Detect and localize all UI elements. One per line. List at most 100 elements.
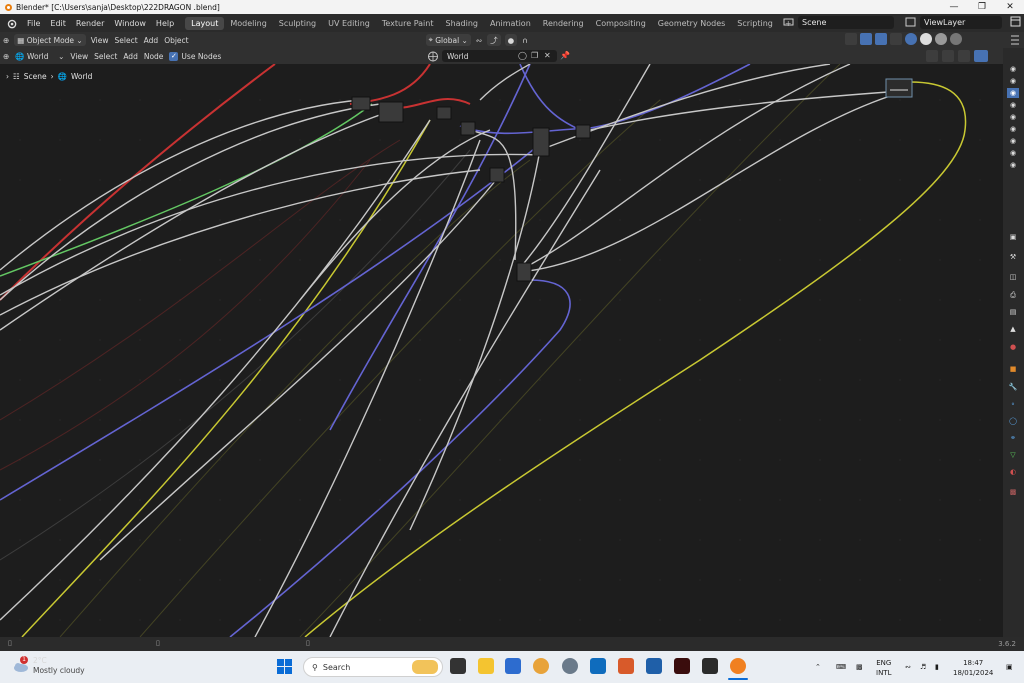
language-indicator[interactable]: ENG INTL [876,658,891,678]
volume-icon[interactable]: ♬ [920,662,926,672]
node-editor-type-icon[interactable]: ⊕ [0,50,12,62]
camera-icon[interactable]: ◉ [1007,148,1019,158]
settings-icon[interactable] [562,658,578,674]
menu-file[interactable]: File [22,19,45,28]
material-shading-icon[interactable] [935,33,947,45]
tab-scripting[interactable]: Scripting [731,17,779,30]
output-icon[interactable]: ⎙ [1007,290,1019,300]
node-gizmo-icon[interactable] [942,50,954,62]
tab-rendering[interactable]: Rendering [537,17,590,30]
proportional-edit-icon[interactable]: ● [504,34,518,46]
menu-view[interactable]: View [67,50,91,62]
tray-overflow-icon[interactable]: ⌃ [815,662,821,672]
keyboard-icon[interactable]: ⌨ [836,662,846,672]
render-icon[interactable]: ◫ [1007,272,1019,282]
notifications-icon[interactable]: ▣ [1006,662,1013,672]
tab-compositing[interactable]: Compositing [590,17,652,30]
clock[interactable]: 18:47 18/01/2024 [953,658,993,678]
properties-editor-icon[interactable]: ▣ [1007,232,1019,242]
app-icon[interactable] [618,658,634,674]
pin-icon[interactable]: 📌 [560,51,570,60]
camera-icon[interactable]: ◉ [1007,64,1019,74]
node-overlay-icon[interactable] [926,50,938,62]
material-icon[interactable]: ◐ [1007,467,1019,477]
solid-shading-icon[interactable] [920,33,932,45]
camera-icon[interactable]: ◉ [1007,112,1019,122]
constraints-icon[interactable]: ⚭ [1007,433,1019,443]
camera-icon[interactable]: ◉ [1007,160,1019,170]
menu-add[interactable]: Add [120,50,141,62]
tool-icon[interactable]: ⚒ [1007,252,1019,262]
task-view-icon[interactable] [450,658,466,674]
sidebar-toggle-icon[interactable] [1009,34,1021,46]
visibility-icon[interactable] [845,33,857,45]
menu-node[interactable]: Node [141,50,167,62]
maximize-button[interactable]: ❐ [968,0,996,14]
tab-modeling[interactable]: Modeling [224,17,272,30]
object-props-icon[interactable]: ■ [1007,364,1019,374]
falloff-icon[interactable]: ∩ [519,34,531,46]
chrome-icon[interactable] [533,658,549,674]
view-layer-selector[interactable]: ViewLayer [920,16,1002,29]
workspace-settings-icon[interactable] [1010,16,1022,28]
menu-view-3d[interactable]: View [88,34,112,46]
camera-icon[interactable]: ◉ [1007,124,1019,134]
illustrator-icon[interactable] [674,658,690,674]
blender-menu-icon[interactable] [4,16,18,30]
store-icon[interactable] [505,658,521,674]
scene-props-icon[interactable]: ▲ [1007,324,1019,334]
world-props-icon[interactable]: ● [1007,342,1019,352]
xray-icon[interactable] [890,33,902,45]
use-nodes-checkbox[interactable]: ✓ [169,51,179,61]
mode-selector[interactable]: ▦ Object Mode ⌄ [14,34,86,46]
mail-icon[interactable] [646,658,662,674]
weather-widget[interactable]: 1 2°C Mostly cloudy [12,656,85,676]
photos-icon[interactable] [702,658,718,674]
unlink-icon[interactable]: ✕ [544,51,554,61]
outlook-icon[interactable] [590,658,606,674]
node-canvas[interactable] [0,64,1003,637]
data-icon[interactable]: ▽ [1007,450,1019,460]
shader-type-selector[interactable]: 🌐 World ⌄ [12,50,67,62]
menu-select-3d[interactable]: Select [112,34,141,46]
menu-edit[interactable]: Edit [45,19,71,28]
tab-uv-editing[interactable]: UV Editing [322,17,376,30]
node-wrangler-icon[interactable] [974,50,988,62]
duplicate-icon[interactable]: ❐ [531,51,541,61]
wireframe-shading-icon[interactable] [905,33,917,45]
snap-icon[interactable]: ⤴ [487,34,501,46]
menu-render[interactable]: Render [71,19,109,28]
tab-sculpting[interactable]: Sculpting [273,17,322,30]
physics-icon[interactable]: ◯ [1007,416,1019,426]
windows-start-icon[interactable] [277,659,293,675]
wifi-icon[interactable]: ∾ [905,662,911,672]
editor-type-icon[interactable]: ⊕ [0,34,12,46]
particles-icon[interactable]: ∘ [1007,399,1019,409]
texture-icon[interactable]: ▩ [1007,487,1019,497]
camera-icon[interactable]: ◉ [1007,88,1019,98]
menu-object[interactable]: Object [161,34,191,46]
view-layer-props-icon[interactable]: ▤ [1007,307,1019,317]
camera-icon[interactable]: ◉ [1007,76,1019,86]
taskbar-search[interactable]: ⚲ Search [303,657,443,677]
tab-geometry-nodes[interactable]: Geometry Nodes [652,17,731,30]
blender-taskbar-icon[interactable] [730,658,746,674]
snap-node-icon[interactable] [958,50,970,62]
tab-shading[interactable]: Shading [439,17,484,30]
menu-window[interactable]: Window [109,19,151,28]
file-explorer-icon[interactable] [478,658,494,674]
tab-layout[interactable]: Layout [185,16,225,30]
scene-selector[interactable]: Scene [798,16,894,29]
menu-select[interactable]: Select [91,50,120,62]
menu-add-3d[interactable]: Add [141,34,162,46]
rendered-shading-icon[interactable] [950,33,962,45]
display-icon[interactable]: ▩ [856,662,863,672]
tab-texture-paint[interactable]: Texture Paint [376,17,440,30]
menu-help[interactable]: Help [151,19,179,28]
gizmo-icon[interactable] [860,33,872,45]
close-button[interactable]: ✕ [996,0,1024,14]
pivot-icon[interactable]: ∾ [473,34,485,46]
overlay-icon[interactable] [875,33,887,45]
battery-icon[interactable]: ▮ [935,662,939,672]
fake-user-icon[interactable]: ◯ [518,51,528,61]
